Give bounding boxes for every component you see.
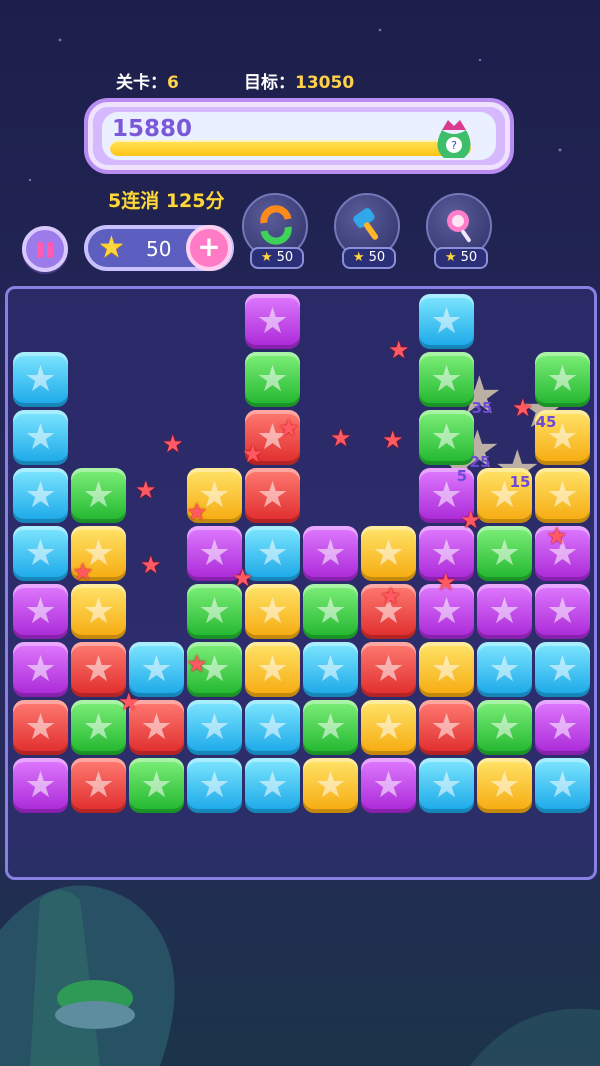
star-tile-green[interactable]: ★ bbox=[535, 352, 590, 407]
star-tile-green[interactable]: ★ bbox=[129, 758, 184, 813]
star-tile-green[interactable]: ★ bbox=[303, 700, 358, 755]
star-tile-yellow[interactable]: ★ bbox=[303, 758, 358, 813]
star-tile-purple[interactable]: ★ bbox=[477, 584, 532, 639]
pause-button[interactable] bbox=[22, 226, 68, 272]
star-tile-green[interactable]: ★ bbox=[477, 700, 532, 755]
star-tile-purple[interactable]: ★ bbox=[535, 584, 590, 639]
hammer-tool-button[interactable]: ★ 50 bbox=[334, 193, 400, 269]
star-tile-yellow[interactable]: ★ bbox=[245, 642, 300, 697]
level-display: 关卡：6 bbox=[116, 68, 179, 93]
burst-star-particle: ★ bbox=[162, 430, 184, 458]
target-label: 目标： bbox=[244, 73, 295, 93]
candy-tool-button[interactable]: ★ 50 bbox=[426, 193, 492, 269]
tool-cost: ★ 50 bbox=[342, 247, 396, 269]
burst-star-particle: ★ bbox=[330, 424, 352, 452]
burst-star-particle: ★ bbox=[72, 558, 94, 586]
svg-text:?: ? bbox=[451, 139, 457, 152]
bonus-points-popup: 15 bbox=[494, 450, 541, 502]
burst-star-particle: ★ bbox=[380, 582, 402, 610]
star-tile-blue[interactable]: ★ bbox=[245, 700, 300, 755]
star-tile-blue[interactable]: ★ bbox=[187, 700, 242, 755]
star-tile-blue[interactable]: ★ bbox=[13, 526, 68, 581]
star-tile-blue[interactable]: ★ bbox=[419, 294, 474, 349]
star-tile-blue[interactable]: ★ bbox=[13, 410, 68, 465]
star-tile-purple[interactable]: ★ bbox=[303, 526, 358, 581]
star-tile-red[interactable]: ★ bbox=[13, 700, 68, 755]
star-tile-blue[interactable]: ★ bbox=[13, 352, 68, 407]
star-tile-yellow[interactable]: ★ bbox=[535, 468, 590, 523]
hammer-icon bbox=[353, 208, 379, 240]
star-tile-red[interactable]: ★ bbox=[245, 468, 300, 523]
star-tile-green[interactable]: ★ bbox=[71, 468, 126, 523]
add-coins-button[interactable]: + bbox=[186, 225, 232, 271]
lollipop-icon bbox=[447, 210, 471, 243]
burst-star-particle: ★ bbox=[460, 506, 482, 534]
star-tile-green[interactable]: ★ bbox=[245, 352, 300, 407]
star-tile-yellow[interactable]: ★ bbox=[361, 526, 416, 581]
reward-bag-icon[interactable]: ? bbox=[432, 118, 476, 160]
burst-star-particle: ★ bbox=[232, 564, 254, 592]
star-tile-yellow[interactable]: ★ bbox=[419, 642, 474, 697]
refresh-icon bbox=[260, 205, 292, 245]
star-tile-purple[interactable]: ★ bbox=[245, 294, 300, 349]
target-display: 目标：13050 bbox=[244, 68, 354, 93]
star-tile-yellow[interactable]: ★ bbox=[245, 584, 300, 639]
level-label: 关卡： bbox=[116, 73, 167, 93]
star-tile-red[interactable]: ★ bbox=[419, 700, 474, 755]
pause-icon bbox=[37, 242, 43, 258]
star-tile-blue[interactable]: ★ bbox=[303, 642, 358, 697]
star-tile-purple[interactable]: ★ bbox=[13, 758, 68, 813]
bonus-points-popup: 35 bbox=[456, 376, 503, 428]
burst-star-particle: ★ bbox=[135, 476, 157, 504]
star-tile-yellow[interactable]: ★ bbox=[71, 584, 126, 639]
star-tile-green[interactable]: ★ bbox=[477, 526, 532, 581]
score-progress-panel: 15880 ? bbox=[84, 98, 514, 174]
star-tile-blue[interactable]: ★ bbox=[535, 642, 590, 697]
star-tile-yellow[interactable]: ★ bbox=[477, 758, 532, 813]
target-value: 13050 bbox=[295, 73, 355, 93]
star-tile-purple[interactable]: ★ bbox=[13, 642, 68, 697]
burst-star-particle: ★ bbox=[242, 440, 264, 468]
burst-star-particle: ★ bbox=[435, 568, 457, 596]
star-tile-blue[interactable]: ★ bbox=[187, 758, 242, 813]
bonus-points-popup: 45 bbox=[520, 390, 567, 442]
progress-track: 15880 ? bbox=[102, 112, 496, 160]
star-tile-red[interactable]: ★ bbox=[71, 758, 126, 813]
star-tile-green[interactable]: ★ bbox=[187, 584, 242, 639]
burst-star-particle: ★ bbox=[546, 522, 568, 550]
star-tile-blue[interactable]: ★ bbox=[535, 758, 590, 813]
burst-star-particle: ★ bbox=[186, 498, 208, 526]
burst-star-particle: ★ bbox=[278, 414, 300, 442]
coin-count: 50 bbox=[146, 237, 172, 261]
burst-star-particle: ★ bbox=[388, 336, 410, 364]
pause-icon bbox=[47, 242, 53, 258]
star-coin-icon: ★ bbox=[98, 230, 125, 265]
tool-cost: ★ 50 bbox=[434, 247, 488, 269]
star-tile-purple[interactable]: ★ bbox=[535, 700, 590, 755]
star-tile-blue[interactable]: ★ bbox=[245, 758, 300, 813]
burst-star-particle: ★ bbox=[118, 688, 140, 716]
level-value: 6 bbox=[167, 73, 179, 93]
star-tile-yellow[interactable]: ★ bbox=[361, 700, 416, 755]
star-tile-blue[interactable]: ★ bbox=[477, 642, 532, 697]
star-tile-purple[interactable]: ★ bbox=[361, 758, 416, 813]
coin-counter: ★ 50 + bbox=[84, 225, 234, 271]
combo-score-text: 5连消 125分 bbox=[108, 190, 225, 212]
star-tile-blue[interactable]: ★ bbox=[13, 468, 68, 523]
star-tile-red[interactable]: ★ bbox=[361, 642, 416, 697]
burst-star-particle: ★ bbox=[140, 551, 162, 579]
tool-cost: ★ 50 bbox=[250, 247, 304, 269]
burst-star-particle: ★ bbox=[186, 650, 208, 678]
refresh-tool-button[interactable]: ★ 50 bbox=[242, 193, 308, 269]
bonus-points-popup: 5 bbox=[436, 444, 483, 496]
score-progress-bar bbox=[110, 140, 471, 156]
burst-star-particle: ★ bbox=[382, 426, 404, 454]
star-tile-purple[interactable]: ★ bbox=[13, 584, 68, 639]
star-tile-blue[interactable]: ★ bbox=[419, 758, 474, 813]
star-tile-green[interactable]: ★ bbox=[303, 584, 358, 639]
current-score: 15880 bbox=[112, 116, 193, 142]
